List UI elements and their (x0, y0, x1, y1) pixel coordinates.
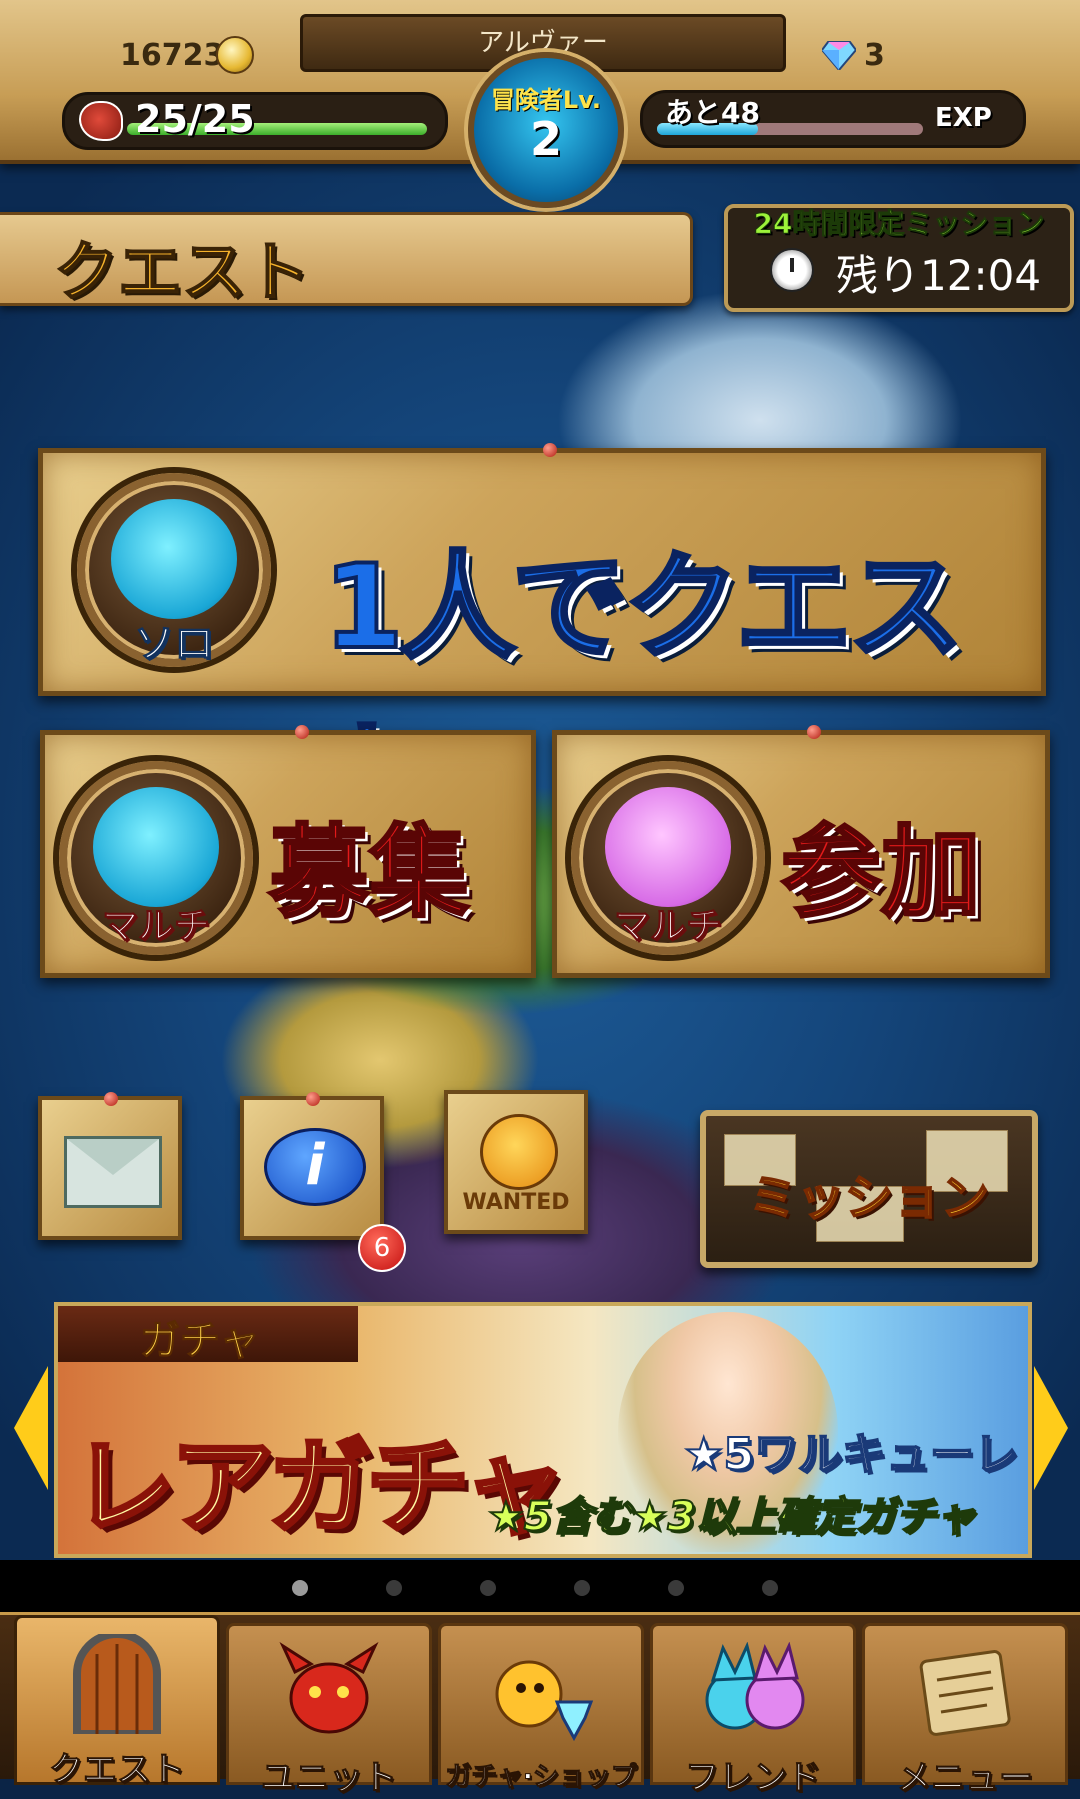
nav-label: ユニット (261, 1758, 398, 1799)
door-icon (73, 1634, 161, 1734)
mission-label: ミッション (748, 1169, 990, 1227)
pin-icon (807, 725, 821, 739)
join-medal: マルチ (571, 761, 765, 955)
nav-label: クエスト (49, 1750, 186, 1791)
stopwatch-icon (770, 248, 814, 292)
banner-prev-arrow[interactable] (14, 1366, 48, 1490)
gem-icon (822, 41, 856, 70)
join-tag: マルチ (613, 906, 722, 948)
mailbox-button[interactable] (38, 1092, 182, 1240)
recruit-tag: マルチ (101, 906, 210, 948)
timed-mission-remaining: 残り12:04 (836, 251, 1042, 300)
stamina-text: 25/25 (135, 97, 255, 141)
join-hero-icon (605, 787, 731, 907)
gacha-banner[interactable]: ガチャ レアガチャ ★5ワルキューレ ★5含む★3以上確定ガチャ (54, 1302, 1032, 1558)
multi-recruit-button[interactable]: マルチ 募集 (40, 725, 536, 978)
recruit-medal: マルチ (59, 761, 253, 955)
banner-pager (0, 1560, 1080, 1616)
exp-label: EXP (935, 103, 992, 133)
pager-dot[interactable] (668, 1580, 684, 1596)
pager-dot[interactable] (762, 1580, 778, 1596)
banner-next-arrow[interactable] (1034, 1366, 1068, 1490)
info-button[interactable]: i (240, 1092, 384, 1240)
banner-tag: ガチャ (58, 1306, 358, 1365)
nav-friend[interactable]: フレンド (650, 1623, 856, 1799)
recruit-hero-icon (93, 787, 219, 907)
nav-unit[interactable]: ユニット (226, 1623, 432, 1799)
banner-tag-label: ガチャ (140, 1318, 261, 1365)
nav-label: フレンド (685, 1758, 822, 1799)
solo-tag: ソロ (134, 621, 215, 668)
quest-section-title: クエスト (0, 212, 693, 311)
top-status-bar: アルヴァー 16723 3 25/25 冒険者Lv. 2 あと48 EXP (0, 0, 1080, 208)
timed-mission-label: 24時間限定ミッション (753, 207, 1045, 241)
pin-icon (104, 1092, 118, 1106)
scroll-icon (919, 1650, 1011, 1736)
stamina-bar: 25/25 (62, 92, 448, 150)
pin-icon (306, 1092, 320, 1106)
join-label: 参加 (780, 813, 983, 933)
level-value: 2 (529, 112, 562, 166)
nav-label: メニュー (897, 1758, 1034, 1799)
banner-featured: ★5ワルキューレ (683, 1428, 1019, 1481)
gacha-shop-icon (495, 1660, 594, 1742)
bottom-navigation: クエスト ユニット ガチャ·ショップ フレンド メニュー (0, 1612, 1080, 1799)
friends-icon (705, 1642, 805, 1730)
multi-join-button[interactable]: マルチ 参加 (552, 725, 1050, 978)
gold-amount: 16723 (120, 38, 225, 73)
dragon-icon (279, 1642, 379, 1734)
meat-icon (79, 101, 123, 141)
banner-subtitle: ★5含む★3以上確定ガチャ (487, 1493, 976, 1541)
solo-medal: ソロ (77, 473, 271, 668)
level-label: 冒険者Lv. (490, 86, 602, 114)
gem-count: 3 (864, 38, 885, 73)
pager-dot[interactable] (386, 1580, 402, 1596)
pin-icon (543, 443, 557, 457)
pager-dot[interactable] (292, 1580, 308, 1596)
info-notification-badge: 6 (358, 1224, 406, 1272)
page-title: クエスト (53, 235, 311, 311)
nav-quest[interactable]: クエスト (14, 1615, 220, 1791)
nav-gacha-shop[interactable]: ガチャ·ショップ (438, 1623, 644, 1793)
pin-icon (295, 725, 309, 739)
coin-icon (216, 36, 254, 74)
solo-quest-button[interactable]: ソロ 1人でクエスト (38, 443, 1046, 845)
info-icon: i (264, 1128, 366, 1206)
solo-hero-icon (111, 499, 237, 619)
nav-menu[interactable]: メニュー (862, 1623, 1068, 1799)
mission-button[interactable]: ミッション (700, 1110, 1038, 1268)
exp-bar: あと48 EXP (640, 90, 1026, 148)
wanted-label: WANTED (462, 1190, 570, 1215)
exp-remaining: あと48 (665, 96, 760, 129)
wanted-monster-icon (480, 1114, 558, 1190)
adventurer-level-badge: 冒険者Lv. 2 (468, 52, 624, 208)
wanted-button[interactable]: WANTED (444, 1090, 588, 1234)
pager-dot[interactable] (574, 1580, 590, 1596)
pager-dot[interactable] (480, 1580, 496, 1596)
envelope-icon (64, 1136, 162, 1208)
recruit-label: 募集 (268, 813, 471, 933)
timed-mission-button[interactable]: 24時間限定ミッション 残り12:04 (724, 204, 1074, 312)
nav-label: ガチャ·ショップ (445, 1762, 638, 1793)
